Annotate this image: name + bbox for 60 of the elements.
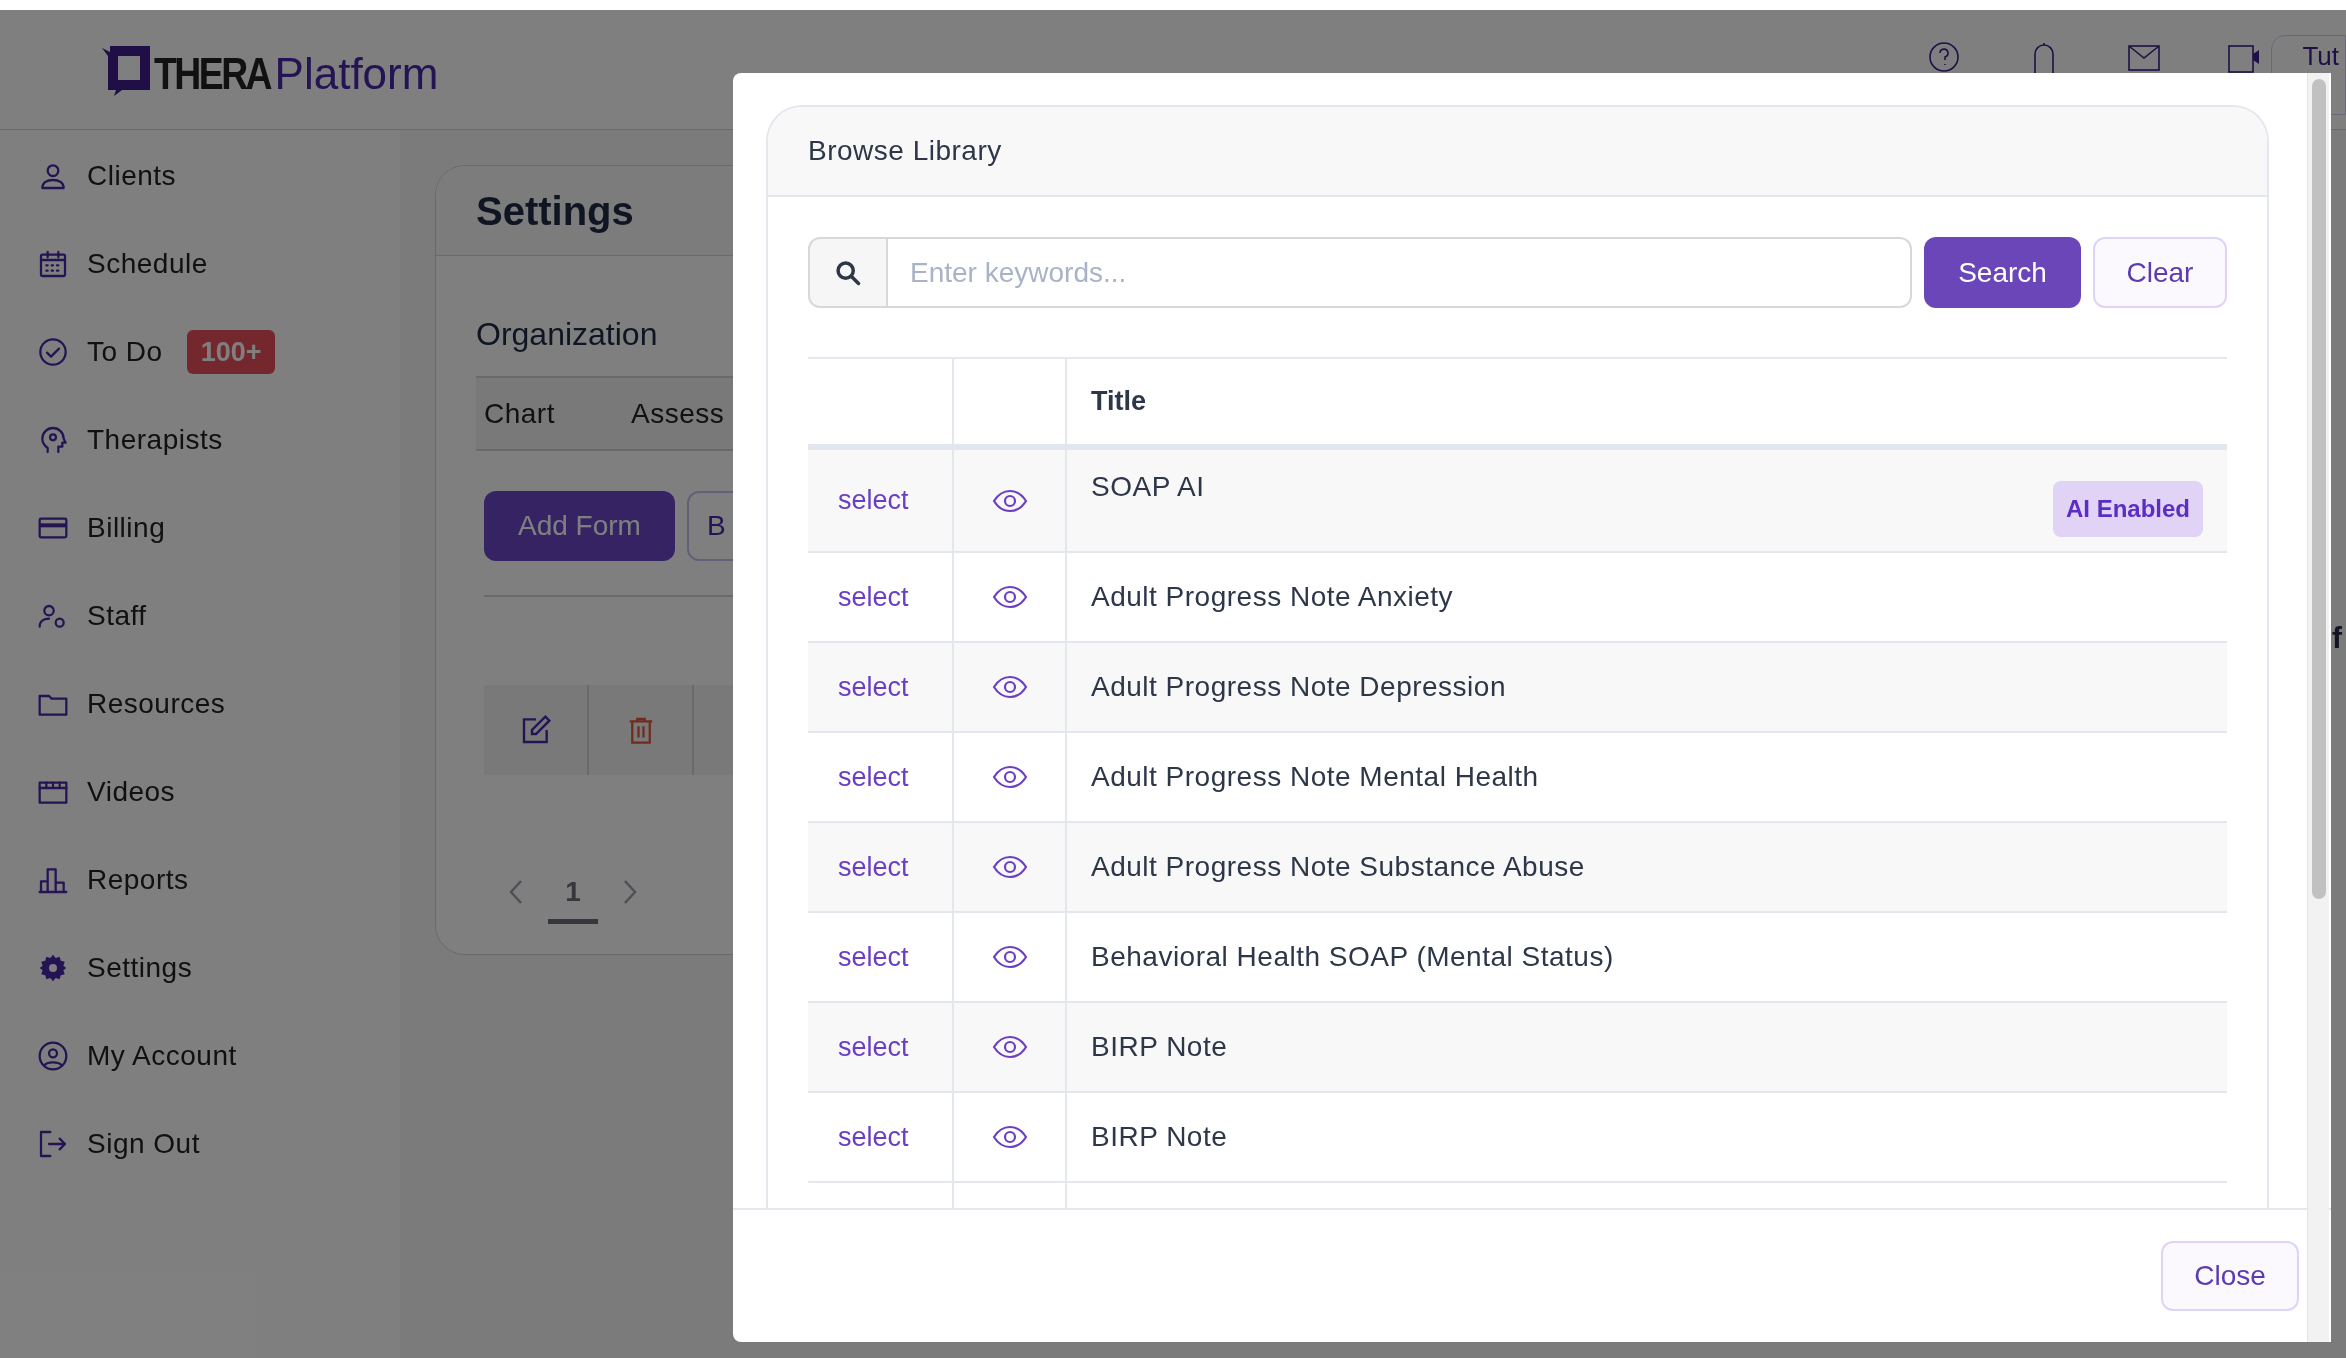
select-link[interactable]: select xyxy=(838,936,909,978)
user-circle-icon xyxy=(37,1040,69,1072)
select-link[interactable]: select xyxy=(838,480,909,521)
dialog-title: Browse Library xyxy=(808,134,1002,168)
logo[interactable]: THERAPlatform xyxy=(100,43,439,96)
select-link[interactable]: select xyxy=(838,846,909,888)
sidebar-item[interactable]: Billing xyxy=(0,484,400,572)
table-cell-text: Adult Progress Note Substance Abuse xyxy=(1091,850,1585,884)
sidebar-item[interactable]: Clients xyxy=(0,132,400,220)
scrollbar-thumb[interactable] xyxy=(2312,79,2326,899)
page-number[interactable]: 1 xyxy=(548,859,598,924)
eye-icon[interactable] xyxy=(991,765,1028,789)
settings-icon xyxy=(37,952,69,984)
calendar-icon xyxy=(37,248,69,280)
table-cell-text: Adult Progress Note Anxiety xyxy=(1091,580,1454,614)
table-cell-text: SOAP AI xyxy=(1091,470,1205,504)
sidebar-item[interactable]: Videos xyxy=(0,748,400,836)
eye-icon[interactable] xyxy=(991,585,1028,609)
table-cell-text: Adult Progress Note Depression xyxy=(1091,670,1506,704)
tab[interactable]: Chart xyxy=(476,392,563,435)
select-link[interactable]: select xyxy=(838,666,909,708)
sidebar-item[interactable]: Settings xyxy=(0,924,400,1012)
sidebar-item[interactable]: My Account xyxy=(0,1012,400,1100)
column-header: Title xyxy=(1091,385,1146,419)
sidebar-item[interactable]: Resources xyxy=(0,660,400,748)
search-field[interactable]: Enter keywords... xyxy=(888,237,1912,308)
page-title: Settings xyxy=(476,187,634,235)
check-circle-icon xyxy=(37,336,69,368)
sidebar-item[interactable]: Reports xyxy=(0,836,400,924)
select-link[interactable]: select xyxy=(838,576,909,618)
select-link[interactable]: select xyxy=(838,1116,909,1158)
eye-icon[interactable] xyxy=(991,1125,1028,1149)
section-title: Organization xyxy=(476,315,659,354)
sidebar-item[interactable]: Schedule xyxy=(0,220,400,308)
search-button[interactable]: Search xyxy=(1924,237,2081,308)
sidebar-item[interactable]: Staff xyxy=(0,572,400,660)
sidebar-item[interactable]: Therapists xyxy=(0,396,400,484)
select-link[interactable]: select xyxy=(838,756,909,798)
sign-out-icon xyxy=(37,1128,69,1160)
search-icon xyxy=(834,258,862,287)
cut-off-text: f xyxy=(2332,620,2342,656)
select-link[interactable]: select xyxy=(838,1026,909,1068)
eye-icon[interactable] xyxy=(991,1035,1028,1059)
table-cell-text: Behavioral Health SOAP (Mental Status) xyxy=(1091,940,1614,974)
clear-button[interactable]: Clear xyxy=(2093,237,2227,308)
eye-icon[interactable] xyxy=(991,488,1028,513)
sidebar-item[interactable]: To Do 100+ xyxy=(0,308,400,396)
add-form-button[interactable]: Add Form xyxy=(484,491,675,561)
table-cell-text: Adult Progress Note Mental Health xyxy=(1091,760,1539,794)
eye-icon[interactable] xyxy=(991,945,1028,969)
table-cell-text: BIRP Note xyxy=(1091,1120,1228,1154)
sidebar-item[interactable]: Sign Out xyxy=(0,1100,400,1188)
status-badge: AI Enabled xyxy=(2052,480,2203,537)
count-badge: 100+ xyxy=(186,329,276,375)
close-button[interactable]: Close xyxy=(2161,1241,2299,1311)
help-icon[interactable] xyxy=(1927,40,1962,74)
eye-icon[interactable] xyxy=(991,855,1028,879)
tab[interactable]: Assess xyxy=(622,392,733,435)
eye-icon[interactable] xyxy=(991,675,1028,699)
table-cell-text: BIRP Note xyxy=(1091,1030,1228,1064)
